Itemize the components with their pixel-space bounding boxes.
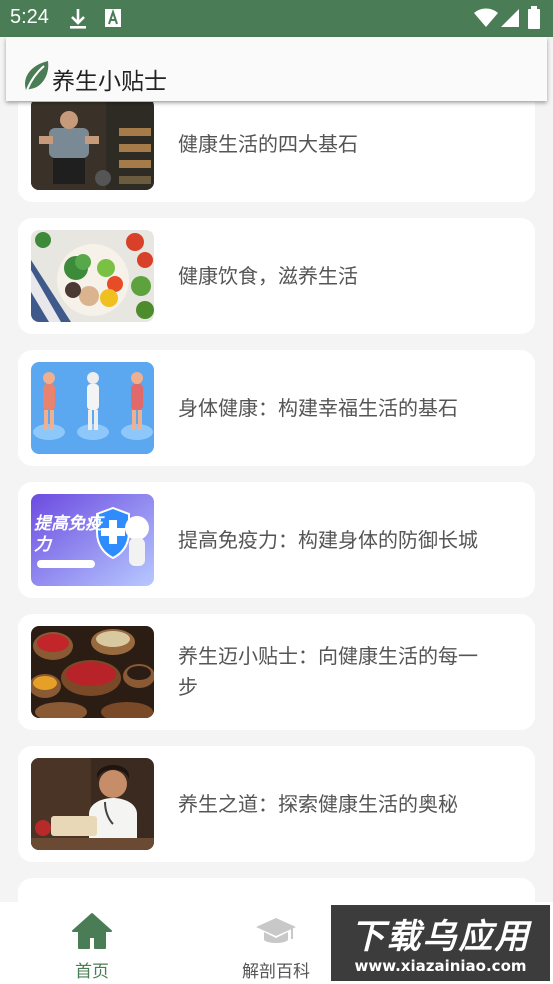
article-thumbnail (31, 362, 154, 454)
article-title: 健康生活的四大基石 (178, 131, 358, 156)
article-title: 养生之道：探索健康生活的奥秘 (178, 791, 458, 816)
article-title: 身体健康：构建幸福生活的基石 (178, 395, 458, 420)
nav-item-anatomy[interactable]: 解剖百科 (206, 902, 346, 984)
article-thumbnail (31, 230, 154, 322)
status-time: 5:24 (10, 6, 49, 28)
graduation-cap-icon (256, 916, 296, 950)
battery-icon (527, 6, 541, 34)
article-card[interactable] (18, 878, 535, 902)
article-list[interactable]: 健康生活的四大基石 健康饮食，滋养生活 身体健康：构建幸福生活的基石 提高免疫力… (0, 102, 553, 902)
article-card[interactable]: 养生之道：探索健康生活的奥秘 (18, 746, 535, 862)
download-icon (68, 8, 88, 34)
status-bar: 5:24 (0, 0, 553, 37)
article-card[interactable]: 健康生活的四大基石 (18, 102, 535, 202)
home-icon (72, 912, 112, 954)
nav-label-anatomy: 解剖百科 (242, 962, 310, 982)
signal-icon (500, 8, 520, 32)
wifi-icon (474, 8, 498, 32)
article-card[interactable]: 身体健康：构建幸福生活的基石 (18, 350, 535, 466)
watermark-main-text: 下载乌应用 (350, 917, 531, 957)
leaf-logo-icon (22, 59, 50, 93)
app-title: 养生小贴士 (52, 69, 167, 95)
article-card[interactable]: 养生迈小贴士：向健康生活的每一步 (18, 614, 535, 730)
article-thumbnail (31, 758, 154, 850)
article-thumbnail (31, 626, 154, 718)
article-card[interactable]: 提高免疫力 提高免疫力：构建身体的防御长城 (18, 482, 535, 598)
thumbnail-caption: 提高免疫力 (34, 514, 102, 555)
nav-item-home[interactable]: 首页 (22, 902, 162, 984)
article-title: 提高免疫力：构建身体的防御长城 (178, 527, 478, 552)
font-a-icon (104, 8, 122, 32)
article-thumbnail (31, 102, 154, 190)
watermark-logo: 下载乌应用 www.xiazainiao.com (331, 905, 550, 981)
nav-label-home: 首页 (75, 962, 109, 982)
article-title: 养生迈小贴士：向健康生活的每一步 (178, 644, 478, 699)
article-title: 健康饮食，滋养生活 (178, 263, 358, 288)
article-card[interactable]: 健康饮食，滋养生活 (18, 218, 535, 334)
watermark-url-text: www.xiazainiao.com (354, 957, 527, 975)
app-bar: 养生小贴士 (6, 37, 547, 101)
